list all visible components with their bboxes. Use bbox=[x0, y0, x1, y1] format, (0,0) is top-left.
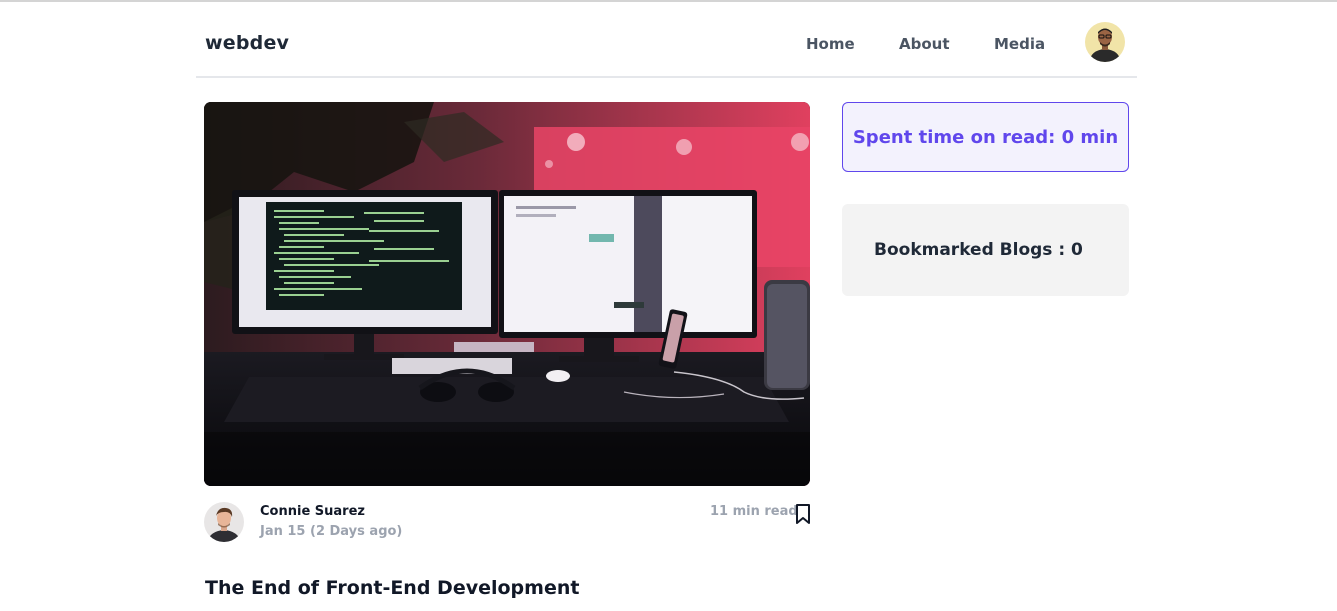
bookmark-icon[interactable] bbox=[793, 503, 813, 525]
nav-about-link[interactable]: About bbox=[899, 35, 950, 53]
blog-title[interactable]: The End of Front-End Development bbox=[205, 577, 579, 599]
nav-home-link[interactable]: Home bbox=[806, 35, 855, 53]
navbar: webdev Home About Media bbox=[196, 2, 1137, 78]
user-avatar-icon[interactable] bbox=[1085, 22, 1125, 62]
brand-logo[interactable]: webdev bbox=[205, 32, 289, 54]
hero-desk-computer-image bbox=[204, 102, 810, 486]
author-avatar[interactable] bbox=[204, 502, 244, 542]
bookmarked-blogs-count: Bookmarked Blogs : 0 bbox=[874, 240, 1083, 260]
spent-time-text: Spent time on read: 0 min bbox=[852, 126, 1119, 148]
bookmarked-blogs-card: Bookmarked Blogs : 0 bbox=[842, 204, 1129, 296]
post-date: Jan 15 (2 Days ago) bbox=[260, 524, 403, 539]
spent-time-card: Spent time on read: 0 min bbox=[842, 102, 1129, 172]
read-time: 11 min read bbox=[710, 504, 798, 519]
nav-media-link[interactable]: Media bbox=[994, 35, 1045, 53]
author-name[interactable]: Connie Suarez bbox=[260, 504, 365, 519]
